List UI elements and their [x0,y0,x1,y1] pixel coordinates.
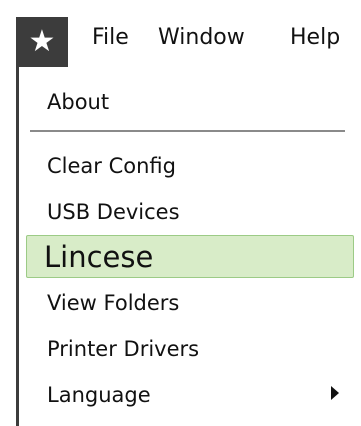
screen: ★ File Window Help About Clear Config US… [0,0,361,426]
menu-bar: ★ File Window Help [0,0,361,70]
submenu-arrow-icon [331,386,339,400]
menu-item-lincese[interactable]: Lincese [44,240,153,274]
app-menu-button[interactable]: ★ [16,17,68,67]
star-icon: ★ [28,23,56,59]
menu-item-clear-config[interactable]: Clear Config [47,153,176,179]
menu-separator [30,130,345,132]
menu-help[interactable]: Help [290,25,340,51]
menu-item-printer-drivers[interactable]: Printer Drivers [47,336,199,362]
menu-window[interactable]: Window [158,25,245,51]
menu-item-about[interactable]: About [47,89,109,115]
menu-item-view-folders[interactable]: View Folders [47,290,179,316]
menu-item-usb-devices[interactable]: USB Devices [47,199,180,225]
menu-item-language[interactable]: Language [47,382,151,408]
menu-file[interactable]: File [92,25,129,51]
